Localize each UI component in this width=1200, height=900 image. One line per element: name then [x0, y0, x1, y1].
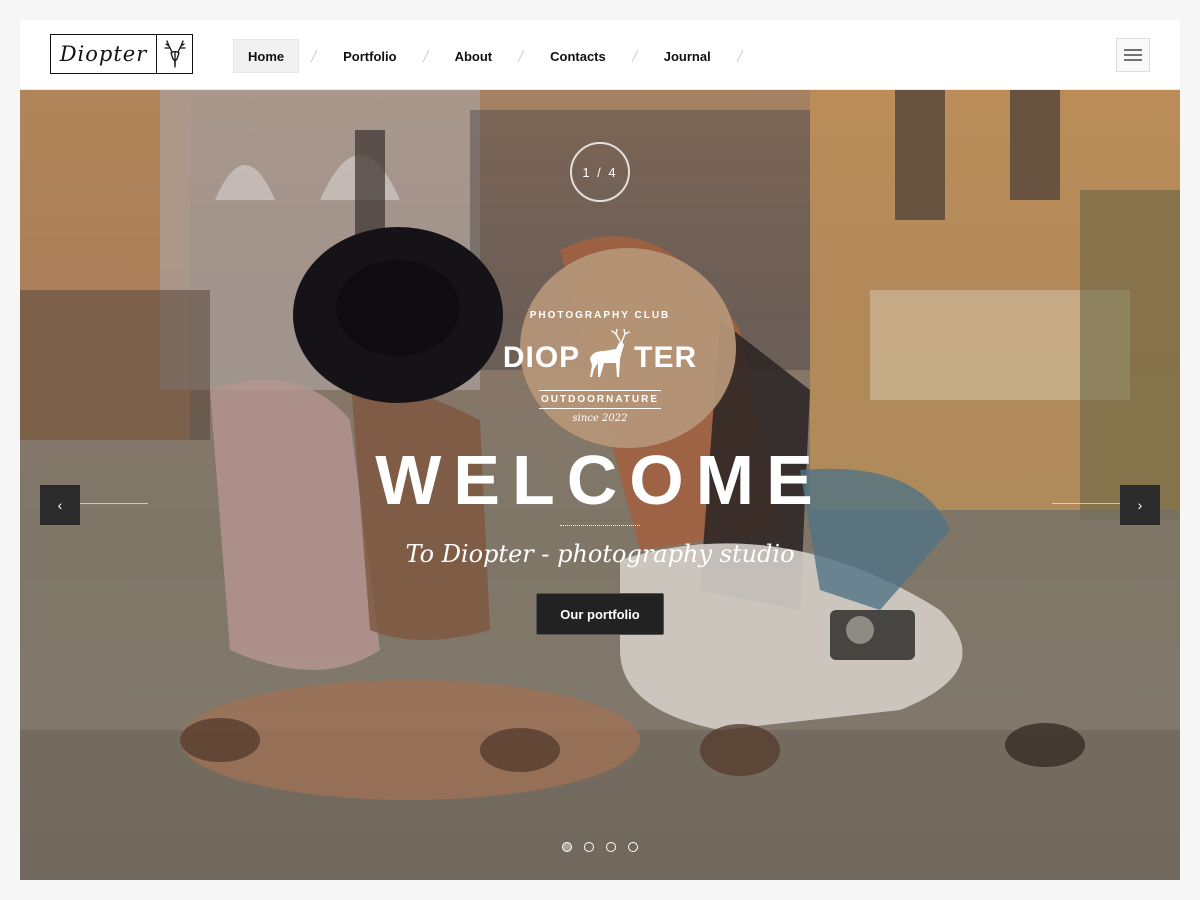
- hamburger-icon: [1124, 49, 1142, 61]
- main-nav: Home Portfolio About Contacts Journal: [233, 39, 755, 73]
- nav-separator: [506, 39, 536, 73]
- badge-club-text: PHOTOGRAPHY CLUB: [529, 310, 671, 321]
- title-divider: [560, 525, 640, 526]
- nav-separator: [299, 39, 329, 73]
- nav-about[interactable]: About: [441, 39, 507, 73]
- badge-outdoor-text: OUTDOORNATURE: [538, 390, 662, 409]
- slide-counter: 1 / 4: [570, 142, 630, 202]
- badge-since-text: since 2022: [572, 413, 628, 424]
- site-header: Diopter Home Portfolio About Contacts Jo…: [20, 20, 1180, 90]
- club-badge: PHOTOGRAPHY CLUB DIOP TER OUTDOORNATURE …: [490, 310, 710, 424]
- nav-separator: [411, 39, 441, 73]
- next-slide-button[interactable]: ›: [1120, 485, 1160, 525]
- slide-dot-1[interactable]: [562, 842, 572, 852]
- site-logo[interactable]: Diopter: [50, 34, 193, 74]
- slide-dot-4[interactable]: [628, 842, 638, 852]
- nav-separator: [725, 39, 755, 73]
- chevron-right-icon: ›: [1137, 497, 1143, 513]
- menu-button[interactable]: [1116, 38, 1150, 72]
- nav-separator: [620, 39, 650, 73]
- badge-brand-row: DIOP TER: [490, 328, 710, 386]
- hero-subtitle: To Diopter - photography studio: [405, 540, 795, 568]
- logo-text: Diopter: [51, 35, 157, 73]
- prev-slide-button[interactable]: ‹: [40, 485, 80, 525]
- nav-home[interactable]: Home: [233, 39, 300, 73]
- badge-brand-right: TER: [634, 340, 698, 374]
- nav-journal[interactable]: Journal: [650, 39, 725, 73]
- nav-portfolio[interactable]: Portfolio: [329, 39, 410, 73]
- slide-dots: [20, 842, 1180, 852]
- deer-icon: [584, 328, 630, 386]
- prev-arrow-line: [80, 503, 148, 504]
- nav-contacts[interactable]: Contacts: [536, 39, 620, 73]
- hero-title: WELCOME: [375, 441, 825, 519]
- slide-dot-2[interactable]: [584, 842, 594, 852]
- chevron-left-icon: ‹: [57, 497, 63, 513]
- badge-brand-left: DIOP: [502, 340, 581, 374]
- hero-slider: 1 / 4 PHOTOGRAPHY CLUB DIOP TER OUTDOORN…: [20, 90, 1180, 880]
- deer-icon: [157, 35, 192, 73]
- our-portfolio-button[interactable]: Our portfolio: [536, 593, 664, 635]
- page-frame: Diopter Home Portfolio About Contacts Jo…: [20, 20, 1180, 880]
- slide-dot-3[interactable]: [606, 842, 616, 852]
- next-arrow-line: [1052, 503, 1120, 504]
